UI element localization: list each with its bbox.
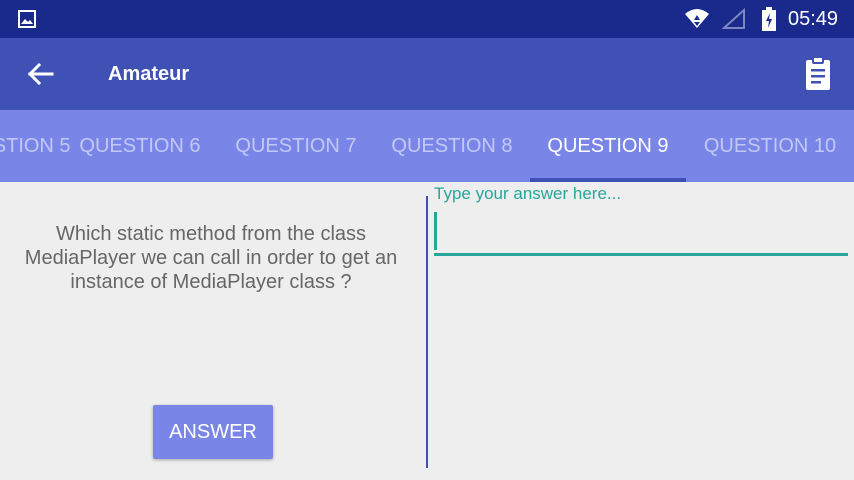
text-cursor xyxy=(434,212,437,250)
status-clock: 05:49 xyxy=(788,8,839,30)
image-icon xyxy=(18,10,36,28)
page-title: Amateur xyxy=(108,63,190,85)
tab-question-7[interactable]: QUESTION 7 xyxy=(218,110,374,182)
question-tabs: QUESTION 5 QUESTION 6 QUESTION 7 QUESTIO… xyxy=(0,110,854,182)
app-bar: Amateur xyxy=(0,38,854,110)
wifi-icon xyxy=(685,9,709,28)
active-tab-indicator xyxy=(530,178,686,182)
tab-question-9[interactable]: QUESTION 9 xyxy=(530,110,686,182)
tab-question-8[interactable]: QUESTION 8 xyxy=(374,110,530,182)
question-text: Which static method from the class Media… xyxy=(24,223,398,293)
answer-field-label: Type your answer here... xyxy=(434,184,622,203)
tab-question-6[interactable]: QUESTION 6 xyxy=(62,110,218,182)
back-arrow-icon xyxy=(27,62,54,86)
clipboard-icon xyxy=(806,56,830,90)
tab-question-10[interactable]: QUESTION 10 xyxy=(686,110,854,182)
answer-button[interactable]: ANSWER xyxy=(153,405,273,459)
vertical-divider xyxy=(426,196,428,468)
battery-icon xyxy=(762,7,776,31)
signal-icon xyxy=(722,8,745,29)
back-button[interactable] xyxy=(22,58,62,90)
answer-input[interactable] xyxy=(434,210,848,256)
status-bar: 05:49 xyxy=(0,0,854,38)
clipboard-button[interactable] xyxy=(800,56,836,92)
